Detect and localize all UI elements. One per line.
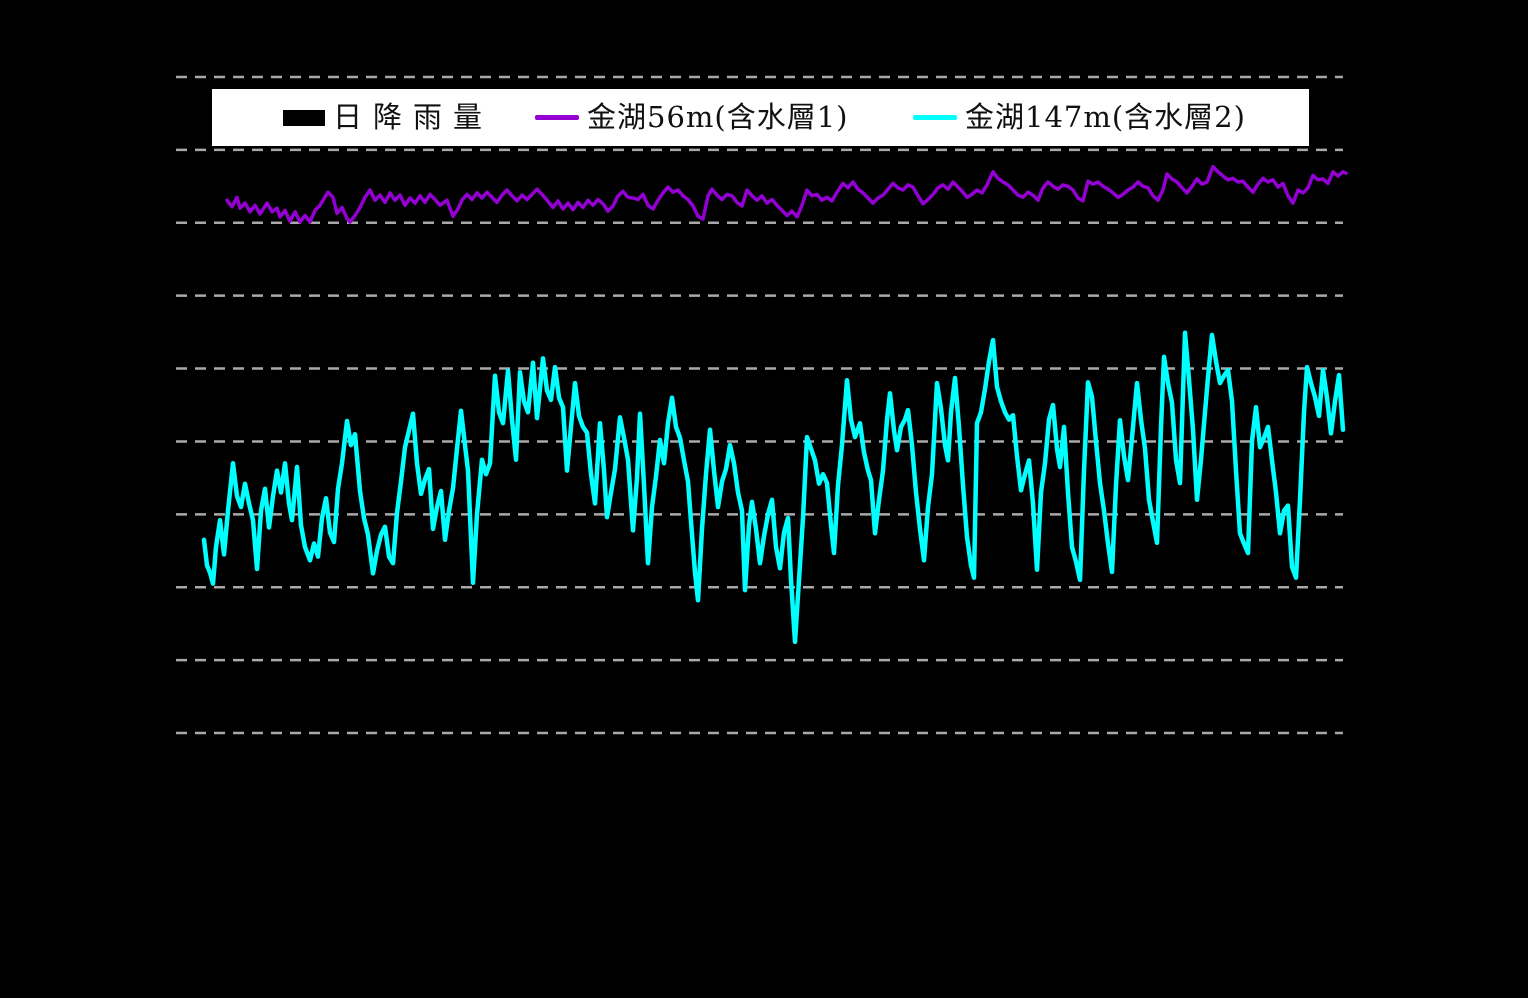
chart-background: 日降雨量 金湖56m(含水層1) 金湖147m(含水層2) [0,0,1528,998]
legend-item-rainfall: 日降雨量 [283,89,493,146]
legend-item-well-147m: 金湖147m(含水層2) [913,89,1246,146]
rainfall-bar-swatch [283,110,325,126]
legend: 日降雨量 金湖56m(含水層1) 金湖147m(含水層2) [212,89,1309,146]
legend-label-well-147m: 金湖147m(含水層2) [965,103,1246,132]
series-line-well-56m [227,167,1346,222]
legend-item-well-56m: 金湖56m(含水層1) [535,89,848,146]
well-147m-line-swatch [913,115,957,120]
well-56m-line-swatch [535,115,579,120]
series-line-well-147m [204,333,1343,642]
chart-plot-area [0,0,1528,998]
legend-label-rainfall: 日降雨量 [333,103,493,132]
legend-label-well-56m: 金湖56m(含水層1) [587,103,848,132]
